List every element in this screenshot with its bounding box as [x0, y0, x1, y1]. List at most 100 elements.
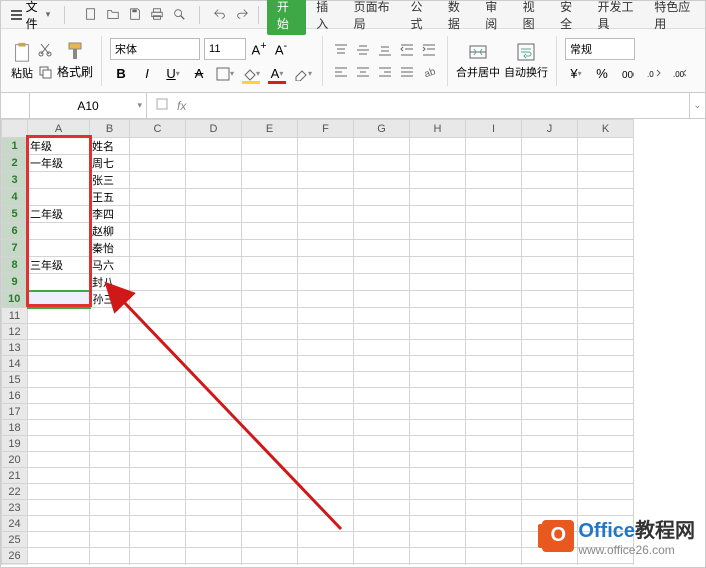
row-header[interactable]: 15 [2, 372, 28, 388]
cell[interactable] [522, 257, 578, 274]
cell[interactable] [242, 548, 298, 564]
cell[interactable] [354, 564, 410, 566]
cell[interactable] [90, 372, 130, 388]
cell[interactable] [410, 404, 466, 420]
cell[interactable] [578, 257, 634, 274]
cell[interactable] [186, 206, 242, 223]
cell[interactable] [298, 436, 354, 452]
cell[interactable] [578, 388, 634, 404]
cell[interactable] [354, 257, 410, 274]
cell[interactable] [578, 484, 634, 500]
cell[interactable] [242, 356, 298, 372]
cell[interactable] [186, 340, 242, 356]
cell[interactable] [186, 388, 242, 404]
format-painter-button[interactable]: 格式刷 [57, 41, 93, 80]
cell[interactable] [522, 372, 578, 388]
cell[interactable] [186, 532, 242, 548]
cell[interactable] [298, 564, 354, 566]
column-header[interactable]: J [522, 120, 578, 138]
print-icon[interactable] [149, 6, 165, 22]
cell[interactable] [410, 340, 466, 356]
orientation-button[interactable]: ab [419, 63, 439, 81]
cell[interactable] [28, 452, 90, 468]
cell[interactable] [186, 172, 242, 189]
row-header[interactable]: 14 [2, 356, 28, 372]
cell[interactable]: 周七 [90, 155, 130, 172]
cell[interactable] [354, 404, 410, 420]
cell[interactable] [410, 372, 466, 388]
cell[interactable] [28, 274, 90, 291]
row-header[interactable]: 11 [2, 308, 28, 324]
cell[interactable] [186, 155, 242, 172]
cell[interactable] [522, 324, 578, 340]
select-all-corner[interactable] [2, 120, 28, 138]
cell[interactable] [466, 206, 522, 223]
cell[interactable] [466, 155, 522, 172]
cell[interactable] [354, 420, 410, 436]
cell[interactable] [466, 388, 522, 404]
cell[interactable] [578, 420, 634, 436]
cell[interactable] [466, 291, 522, 308]
cell[interactable] [354, 324, 410, 340]
cell[interactable] [466, 324, 522, 340]
fx-label[interactable]: fx [177, 99, 186, 113]
cell[interactable] [90, 356, 130, 372]
cell[interactable] [242, 404, 298, 420]
cell[interactable] [578, 206, 634, 223]
cell[interactable] [28, 240, 90, 257]
cell[interactable] [354, 548, 410, 564]
cell[interactable] [130, 155, 186, 172]
column-header[interactable]: B [90, 120, 130, 138]
cell[interactable] [578, 340, 634, 356]
cell[interactable] [410, 308, 466, 324]
cell[interactable] [578, 356, 634, 372]
cell[interactable] [28, 516, 90, 532]
cell[interactable] [186, 404, 242, 420]
cell[interactable] [186, 564, 242, 566]
cell[interactable] [410, 436, 466, 452]
percent-button[interactable]: % [591, 64, 613, 84]
cell[interactable] [186, 484, 242, 500]
cell[interactable] [522, 356, 578, 372]
cell[interactable] [354, 468, 410, 484]
comma-button[interactable]: 000 [617, 64, 639, 84]
cell[interactable]: 年级 [28, 138, 90, 155]
cell[interactable] [410, 257, 466, 274]
cell[interactable] [130, 324, 186, 340]
cell[interactable] [130, 468, 186, 484]
cell[interactable] [90, 468, 130, 484]
cell[interactable]: 秦怡 [90, 240, 130, 257]
row-header[interactable]: 23 [2, 500, 28, 516]
cell[interactable] [28, 532, 90, 548]
cell[interactable] [90, 484, 130, 500]
cell[interactable] [186, 356, 242, 372]
cell[interactable] [578, 223, 634, 240]
row-header[interactable]: 24 [2, 516, 28, 532]
merge-center-button[interactable]: 合并居中 [456, 42, 500, 80]
cell[interactable] [90, 388, 130, 404]
cut-icon[interactable] [37, 42, 53, 58]
cell[interactable] [354, 206, 410, 223]
cell[interactable] [578, 452, 634, 468]
row-header[interactable]: 7 [2, 240, 28, 257]
cell[interactable] [410, 155, 466, 172]
cell[interactable] [242, 206, 298, 223]
cell[interactable] [28, 388, 90, 404]
cell[interactable] [242, 138, 298, 155]
cell[interactable] [90, 548, 130, 564]
redo-icon[interactable] [234, 6, 250, 22]
cell[interactable] [466, 240, 522, 257]
border-button[interactable]: ▾ [214, 64, 236, 84]
cell[interactable] [354, 240, 410, 257]
cell[interactable] [410, 291, 466, 308]
cell[interactable] [410, 206, 466, 223]
cell[interactable] [466, 223, 522, 240]
decimal-dec-button[interactable]: .00 [669, 64, 691, 84]
row-header[interactable]: 19 [2, 436, 28, 452]
cell[interactable] [522, 155, 578, 172]
cell[interactable] [130, 172, 186, 189]
cell[interactable] [242, 516, 298, 532]
cell[interactable] [130, 240, 186, 257]
cell[interactable] [130, 340, 186, 356]
cell[interactable] [28, 484, 90, 500]
